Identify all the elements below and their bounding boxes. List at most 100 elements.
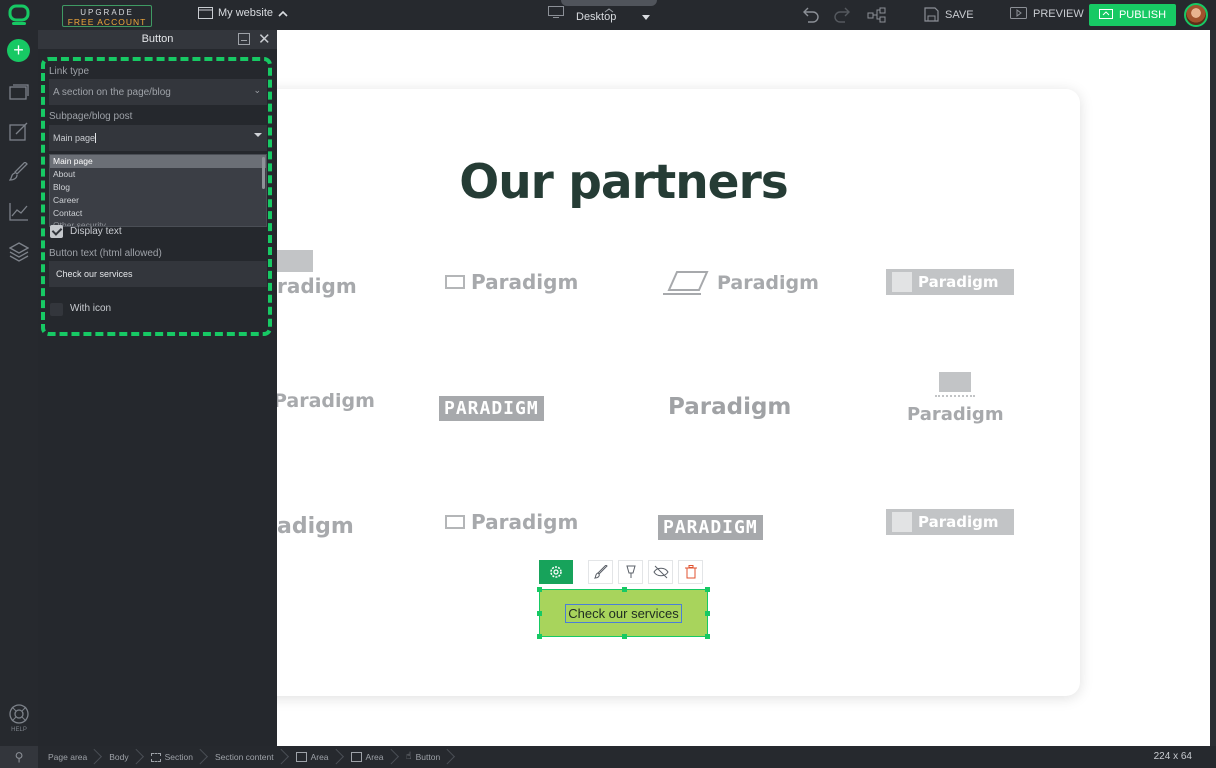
save-label: SAVE: [945, 8, 974, 21]
breadcrumb-item[interactable]: Section: [143, 746, 207, 768]
partner-logo[interactable]: Paradigm: [668, 394, 791, 420]
partner-logo[interactable]: Paradigm: [663, 270, 819, 296]
square-icon: [892, 272, 912, 292]
pin-icon[interactable]: ⚲: [0, 746, 38, 768]
dropdown-option[interactable]: Career: [50, 194, 266, 207]
brush-icon[interactable]: [9, 162, 29, 182]
dropdown-option[interactable]: Main page: [50, 155, 266, 168]
site-selector[interactable]: My website: [198, 7, 288, 19]
save-button[interactable]: SAVE: [924, 7, 974, 22]
area-icon: [295, 752, 307, 762]
resize-handle[interactable]: [705, 634, 710, 639]
help-button[interactable]: HELP: [7, 703, 31, 733]
partner-logo[interactable]: Paradigm: [886, 269, 1014, 295]
dropdown-option[interactable]: About: [50, 168, 266, 181]
resize-handle[interactable]: [705, 611, 710, 616]
partner-name: adigm: [277, 514, 354, 539]
add-element-button[interactable]: +: [7, 39, 30, 62]
partner-logo[interactable]: Paradigm: [277, 390, 375, 412]
canvas-scrollbar[interactable]: [1210, 30, 1216, 746]
laptop-icon: [277, 250, 313, 272]
section-icon: [150, 752, 161, 762]
square-icon: [892, 512, 912, 532]
cta-button[interactable]: Check our services: [537, 587, 710, 639]
redo-icon[interactable]: [833, 7, 853, 23]
preview-button[interactable]: PREVIEW: [1010, 7, 1084, 21]
style-button[interactable]: [588, 560, 613, 584]
caret-down-icon: [254, 133, 262, 137]
window-icon: [198, 7, 213, 19]
device-label: Desktop: [576, 11, 617, 23]
with-icon-label: With icon: [70, 303, 112, 314]
save-icon: [924, 7, 939, 22]
close-icon[interactable]: ✕: [258, 30, 271, 48]
layers-icon[interactable]: [9, 242, 29, 262]
dropdown-option[interactable]: Blog: [50, 181, 266, 194]
lifebuoy-icon: [9, 704, 29, 724]
breadcrumb-item[interactable]: Section content: [207, 746, 288, 768]
device-collapse-tab[interactable]: [561, 0, 657, 13]
sitemap-icon[interactable]: [867, 7, 887, 23]
analytics-icon[interactable]: [9, 202, 29, 222]
partner-logo[interactable]: adigm: [277, 514, 354, 539]
partner-name: Paradigm: [471, 270, 579, 294]
partner-logo[interactable]: PARADIGM: [658, 515, 763, 540]
partner-name: Paradigm: [907, 404, 1004, 425]
monitor-icon: [939, 372, 972, 392]
display-text-checkbox[interactable]: [50, 225, 63, 238]
laptop-icon: [663, 271, 709, 295]
subpage-dropdown: Main page About Blog Career Contact Othe…: [49, 154, 267, 227]
link-type-select[interactable]: A section on the page/blog ⌄: [49, 79, 267, 105]
app-logo-icon[interactable]: [8, 4, 30, 26]
with-icon-checkbox[interactable]: [50, 303, 63, 316]
publish-label: PUBLISH: [1118, 9, 1167, 21]
partner-logo[interactable]: Paradigm: [445, 270, 578, 294]
publish-button[interactable]: PUBLISH: [1089, 4, 1176, 26]
resize-handle[interactable]: [537, 611, 542, 616]
top-toolbar: UPGRADE FREE ACCOUNT My website Desktop …: [0, 0, 1216, 30]
delete-button[interactable]: [678, 560, 703, 584]
resize-handle[interactable]: [622, 634, 627, 639]
subpage-select[interactable]: Main page: [49, 125, 267, 151]
partner-logo[interactable]: Paradigm: [886, 509, 1014, 535]
pin-button[interactable]: [618, 560, 643, 584]
edit-icon[interactable]: [9, 122, 29, 142]
play-icon: [1010, 7, 1027, 19]
user-avatar[interactable]: [1184, 3, 1208, 27]
upgrade-button[interactable]: UPGRADE FREE ACCOUNT: [62, 5, 152, 27]
device-selector[interactable]: Desktop: [548, 6, 651, 23]
hide-button[interactable]: [648, 560, 673, 584]
partner-logo[interactable]: radigm: [277, 250, 357, 298]
button-text-input[interactable]: Check our services: [49, 261, 267, 287]
breadcrumb-item[interactable]: Page area: [40, 746, 101, 768]
minimize-icon[interactable]: [238, 33, 250, 45]
pin-icon: [625, 565, 636, 578]
section-heading[interactable]: Our partners: [277, 155, 970, 210]
button-text-label: Button text (html allowed): [49, 248, 162, 259]
pixel-icon: [445, 515, 465, 529]
element-toolbar: [539, 560, 703, 584]
resize-handle[interactable]: [537, 634, 542, 639]
brush-icon: [593, 565, 608, 579]
breadcrumb-item[interactable]: Body: [101, 746, 142, 768]
partner-name: Paradigm: [717, 272, 819, 294]
dropdown-scrollbar[interactable]: [262, 157, 265, 189]
pages-icon[interactable]: [9, 82, 29, 102]
cta-label[interactable]: Check our services: [565, 603, 682, 623]
undo-icon[interactable]: [800, 7, 820, 23]
resize-handle[interactable]: [705, 587, 710, 592]
preview-label: PREVIEW: [1033, 8, 1084, 20]
dropdown-option[interactable]: Contact: [50, 207, 266, 220]
breadcrumb-item[interactable]: ☝ Button: [398, 746, 455, 768]
breadcrumb-item[interactable]: Area: [343, 746, 398, 768]
partner-logo[interactable]: PARADIGM: [439, 396, 544, 421]
partner-logo[interactable]: Paradigm: [445, 510, 578, 534]
settings-button[interactable]: [539, 560, 573, 584]
resize-handle[interactable]: [622, 587, 627, 592]
resize-handle[interactable]: [537, 587, 542, 592]
pointer-icon: ☝: [405, 751, 412, 762]
partner-name: Paradigm: [668, 394, 792, 420]
breadcrumb-item[interactable]: Area: [288, 746, 343, 768]
partner-logo[interactable]: Paradigm: [907, 372, 1004, 425]
link-type-value: A section on the page/blog: [53, 87, 171, 98]
